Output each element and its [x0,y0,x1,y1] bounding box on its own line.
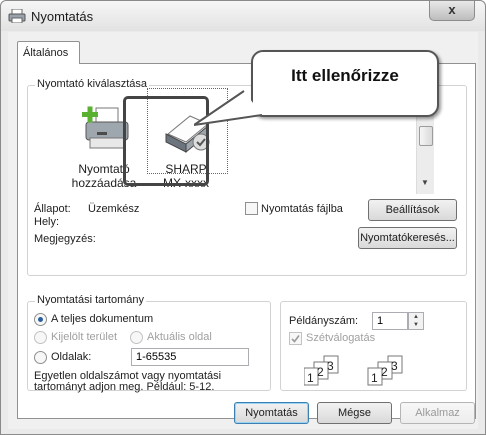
range-pages-label: Oldalak: [51,351,92,363]
range-all-label: A teljes dokumentum [51,313,154,325]
close-button[interactable]: x [429,1,475,21]
scroll-down-icon[interactable]: ▼ [421,178,429,187]
collate-digit-3b: 3 [391,359,398,373]
callout-pointer [194,90,263,126]
printer-list-scrollbar[interactable]: ▼ [416,108,434,194]
collate-checkbox[interactable] [289,332,302,345]
collate-pages-icon: 1 2 3 1 2 3 [304,355,403,386]
status-value: Üzemkész [88,203,140,215]
collate-digit-2: 2 [317,365,324,379]
copies-label: Példányszám: [289,315,359,327]
range-selection-label: Kijelölt terület [51,331,118,343]
print-dialog: Nyomtatás x Általános Nyomtató kiválaszt… [0,0,486,435]
printer-select-title: Nyomtató kiválasztása [35,78,150,90]
close-icon: x [448,2,456,17]
stepper-up-icon[interactable]: ▲ [409,313,423,321]
stepper-down-icon[interactable]: ▼ [409,321,423,329]
find-printer-button[interactable]: Nyomtatókeresés... [358,227,457,249]
copies-group: Példányszám: ▲ ▼ Szétválogatás 1 2 3 [280,301,467,391]
collate-digit-2b: 2 [381,365,388,379]
comment-label: Megjegyzés: [34,233,96,245]
collate-digit-1: 1 [307,371,314,385]
range-all-radio[interactable] [34,313,47,326]
status-label: Állapot: [34,203,71,215]
apply-button[interactable]: Alkalmaz [400,402,475,424]
callout-text: Itt ellenőrizze [291,66,399,85]
printer-icon [8,9,26,23]
print-to-file-label: Nyomtatás fájlba [261,203,343,215]
collate-digit-1b: 1 [371,371,378,385]
window-title: Nyomtatás [31,9,94,24]
print-range-title: Nyomtatási tartomány [35,294,146,306]
collate-label: Szétválogatás [306,332,376,344]
location-label: Hely: [34,216,60,228]
print-to-file-checkbox[interactable] [245,202,258,215]
range-current-radio[interactable] [130,331,143,344]
check-icon [291,335,300,343]
tab-general[interactable]: Általános [17,41,80,64]
cancel-button[interactable]: Mégse [317,402,392,424]
callout-bubble: Itt ellenőrizze [251,50,439,117]
copies-stepper[interactable]: ▲ ▼ [408,312,424,330]
preferences-button[interactable]: Beállítások [368,199,457,221]
print-button[interactable]: Nyomtatás [234,402,309,424]
range-current-label: Aktuális oldal [147,331,212,343]
range-hint-2: tartományt adjon meg. Például: 5-12. [34,381,215,393]
print-range-group: Nyomtatási tartomány A teljes dokumentum… [27,294,271,393]
scroll-thumb[interactable] [419,126,433,146]
pages-input[interactable] [131,348,249,366]
collate-digit-3: 3 [327,359,334,373]
copies-input[interactable] [372,312,408,330]
title-bar: Nyomtatás x [1,1,485,31]
range-pages-radio[interactable] [34,351,47,364]
range-selection-radio[interactable] [34,331,47,344]
